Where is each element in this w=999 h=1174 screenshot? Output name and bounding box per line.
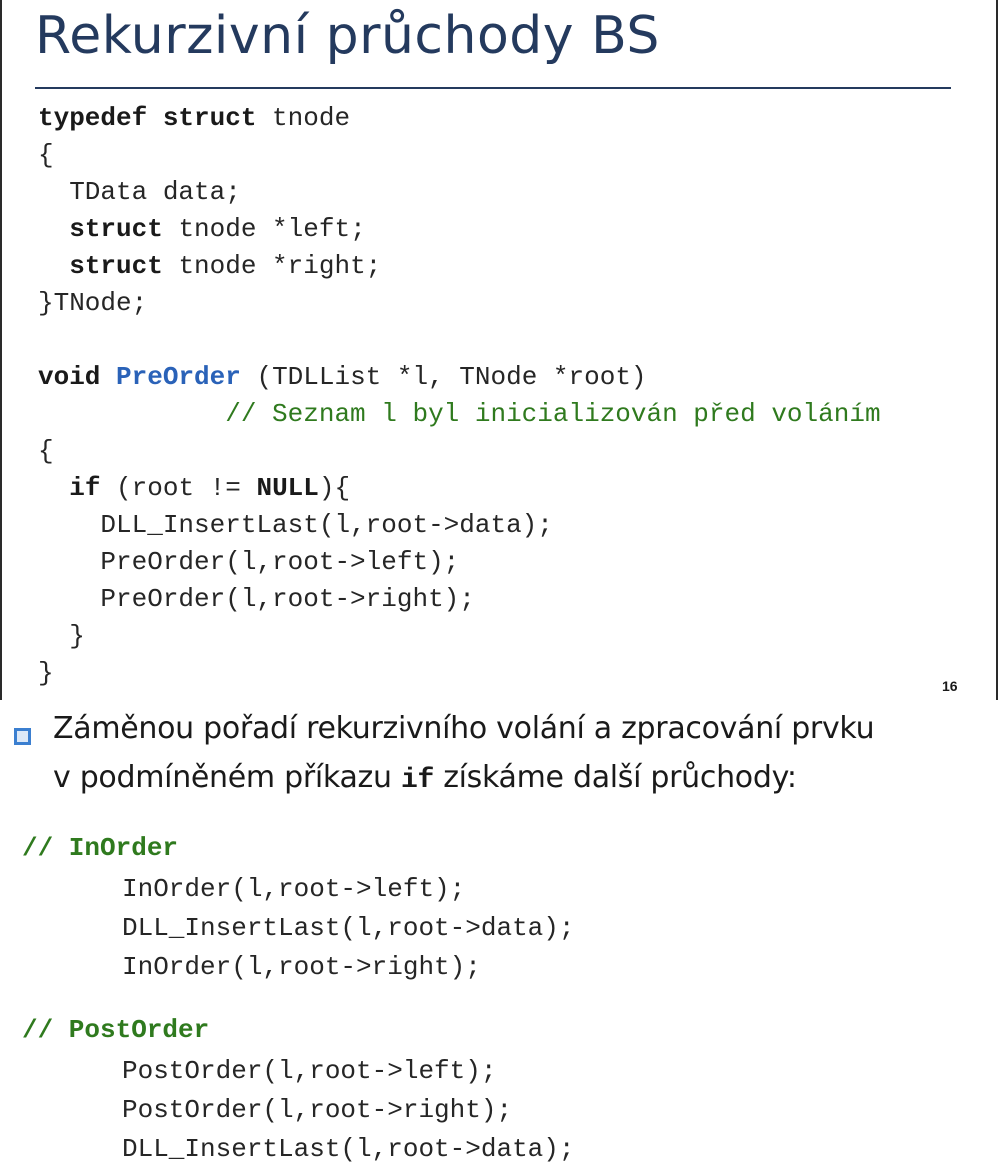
- code-line-8: void PreOrder (TDLList *l, TNode *root): [38, 362, 647, 392]
- inorder-heading: // InOrder: [22, 833, 179, 863]
- inorder-line-1: InOrder(l,root->left);: [122, 874, 466, 904]
- title-divider: [35, 87, 951, 89]
- code-line-11: if (root != NULL){: [69, 473, 351, 503]
- inorder-line-3: InOrder(l,root->right);: [122, 952, 481, 982]
- code-line-4: struct tnode *left;: [69, 214, 366, 244]
- code-line-5: struct tnode *right;: [69, 251, 382, 281]
- postorder-line-3: DLL_InsertLast(l,root->data);: [122, 1134, 575, 1164]
- code-line-9: // Seznam l byl inicializován před volán…: [225, 399, 881, 429]
- code-line-1: typedef struct tnode: [38, 103, 351, 133]
- code-line-2: {: [38, 140, 54, 170]
- slide-title: Rekurzivní průchody BS: [35, 6, 660, 66]
- slide-preorder: Rekurzivní průchody BS typedef struct tn…: [0, 0, 998, 700]
- postorder-line-1: PostOrder(l,root->left);: [122, 1056, 497, 1086]
- bullet-text-line-2: v podmíněném příkazu if získáme další pr…: [53, 760, 797, 796]
- postorder-heading: // PostOrder: [22, 1015, 210, 1045]
- code-line-15: }: [38, 621, 85, 651]
- code-block-inorder: InOrder(l,root->left); DLL_InsertLast(l,…: [122, 870, 574, 987]
- inline-keyword-if: if: [400, 765, 434, 796]
- code-block-postorder: PostOrder(l,root->left); PostOrder(l,roo…: [122, 1052, 574, 1169]
- code-block-preorder: typedef struct tnode { TData data; struc…: [38, 100, 881, 692]
- code-line-14: PreOrder(l,root->right);: [38, 584, 475, 614]
- bullet-square-icon: [14, 728, 31, 745]
- code-line-6: }TNode;: [38, 288, 148, 318]
- code-line-3: TData data;: [38, 177, 241, 207]
- code-line-12: DLL_InsertLast(l,root->data);: [38, 510, 553, 540]
- bullet-text-line-1: Záměnou pořadí rekurzivního volání a zpr…: [53, 711, 875, 746]
- code-line-13: PreOrder(l,root->left);: [38, 547, 460, 577]
- inorder-line-2: DLL_InsertLast(l,root->data);: [122, 913, 575, 943]
- postorder-line-2: PostOrder(l,root->right);: [122, 1095, 513, 1125]
- page-number: 16: [942, 678, 958, 694]
- code-line-16: }: [38, 658, 54, 688]
- code-line-10: {: [38, 436, 54, 466]
